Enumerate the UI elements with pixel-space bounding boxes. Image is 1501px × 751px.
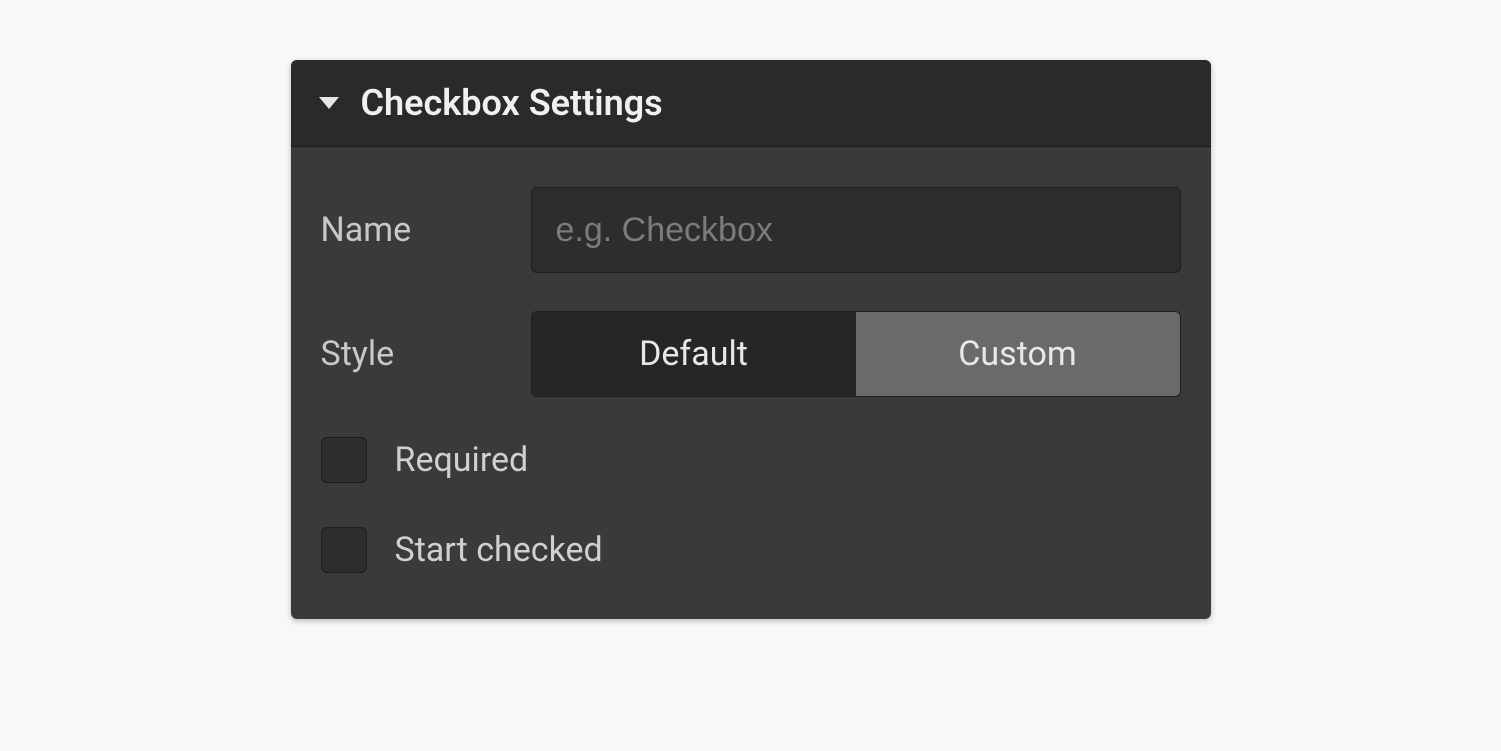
chevron-down-icon — [319, 97, 339, 109]
name-row: Name — [321, 187, 1181, 273]
panel-body: Name Style Default Custom Required Start… — [291, 147, 1211, 619]
checkbox-settings-panel: Checkbox Settings Name Style Default Cus… — [291, 60, 1211, 619]
panel-title: Checkbox Settings — [361, 82, 663, 124]
start-checked-label: Start checked — [395, 530, 603, 570]
style-label: Style — [321, 334, 531, 374]
style-segmented-control: Default Custom — [531, 311, 1181, 397]
style-option-default[interactable]: Default — [532, 312, 856, 396]
required-checkbox[interactable] — [321, 437, 367, 483]
name-label: Name — [321, 210, 531, 250]
required-label: Required — [395, 440, 529, 480]
start-checked-row: Start checked — [321, 527, 1181, 573]
style-row: Style Default Custom — [321, 311, 1181, 397]
required-row: Required — [321, 437, 1181, 483]
style-option-custom[interactable]: Custom — [856, 312, 1180, 396]
start-checked-checkbox[interactable] — [321, 527, 367, 573]
name-input[interactable] — [531, 187, 1181, 273]
panel-header[interactable]: Checkbox Settings — [291, 60, 1211, 147]
